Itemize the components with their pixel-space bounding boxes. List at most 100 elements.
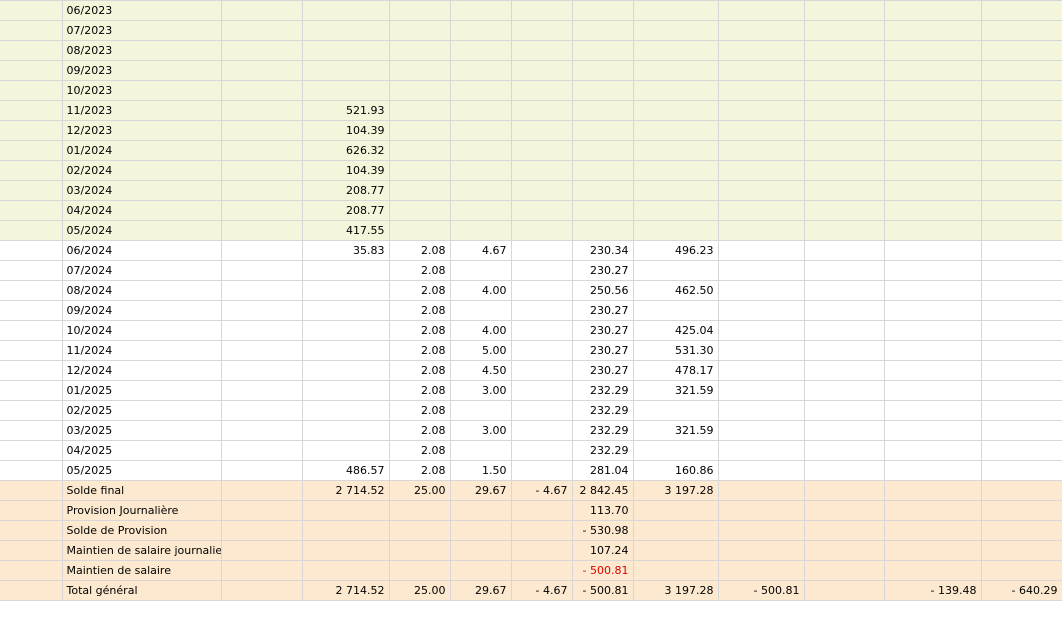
value-cell-col3[interactable] — [449, 180, 512, 201]
value-cell-col5[interactable] — [571, 40, 634, 61]
value-cell-col8[interactable] — [803, 500, 885, 521]
value-cell-col5[interactable]: 2 842.45 — [571, 480, 634, 501]
value-cell-col1[interactable]: 2 714.52 — [301, 480, 390, 501]
empty-cell[interactable] — [220, 400, 303, 421]
value-cell-col6[interactable] — [632, 400, 719, 421]
table-row[interactable]: 10/2024 2.08 4.00 230.27 425.04 — [0, 320, 1062, 341]
value-cell-col7[interactable] — [717, 80, 805, 101]
value-cell-col1[interactable]: 208.77 — [301, 200, 390, 221]
value-cell-col10[interactable] — [980, 20, 1062, 41]
value-cell-col7[interactable] — [717, 240, 805, 261]
empty-cell[interactable] — [220, 500, 303, 521]
value-cell-col6[interactable] — [632, 560, 719, 581]
value-cell-col7[interactable] — [717, 160, 805, 181]
value-cell-col6[interactable] — [632, 0, 719, 21]
value-cell-col8[interactable] — [803, 40, 885, 61]
value-cell-col6[interactable] — [632, 260, 719, 281]
value-cell-col10[interactable] — [980, 340, 1062, 361]
value-cell-col10[interactable] — [980, 280, 1062, 301]
value-cell-col9[interactable] — [883, 480, 982, 501]
value-cell-col8[interactable] — [803, 260, 885, 281]
value-cell-col8[interactable] — [803, 220, 885, 241]
value-cell-col7[interactable] — [717, 340, 805, 361]
empty-cell[interactable] — [220, 120, 303, 141]
value-cell-col6[interactable] — [632, 40, 719, 61]
value-cell-col5[interactable]: - 500.81 — [571, 560, 634, 581]
value-cell-col5[interactable] — [571, 160, 634, 181]
value-cell-col5[interactable]: 230.27 — [571, 260, 634, 281]
table-row[interactable]: 03/2024 208.77 — [0, 180, 1062, 201]
empty-cell[interactable] — [220, 60, 303, 81]
value-cell-col8[interactable] — [803, 580, 885, 601]
value-cell-col1[interactable] — [301, 80, 390, 101]
value-cell-col8[interactable] — [803, 480, 885, 501]
value-cell-col10[interactable] — [980, 500, 1062, 521]
value-cell-col6[interactable]: 478.17 — [632, 360, 719, 381]
table-row[interactable]: Solde de Provision - 530.98 — [0, 520, 1062, 541]
value-cell-col2[interactable]: 2.08 — [388, 280, 451, 301]
value-cell-col10[interactable] — [980, 460, 1062, 481]
value-cell-col9[interactable] — [883, 440, 982, 461]
value-cell-col2[interactable]: 2.08 — [388, 380, 451, 401]
value-cell-col9[interactable] — [883, 180, 982, 201]
value-cell-col6[interactable]: 531.30 — [632, 340, 719, 361]
value-cell-col4[interactable] — [510, 460, 573, 481]
value-cell-col9[interactable] — [883, 260, 982, 281]
value-cell-col8[interactable] — [803, 440, 885, 461]
value-cell-col10[interactable] — [980, 140, 1062, 161]
row-label-cell[interactable]: 05/2024 — [61, 220, 222, 241]
value-cell-col3[interactable] — [449, 80, 512, 101]
value-cell-col7[interactable] — [717, 400, 805, 421]
value-cell-col3[interactable]: 4.67 — [449, 240, 512, 261]
empty-cell[interactable] — [220, 240, 303, 261]
value-cell-col5[interactable]: 232.29 — [571, 420, 634, 441]
table-row[interactable]: 07/2023 — [0, 20, 1062, 41]
value-cell-col1[interactable]: 104.39 — [301, 160, 390, 181]
row-label-cell[interactable]: 10/2023 — [61, 80, 222, 101]
value-cell-col3[interactable] — [449, 440, 512, 461]
value-cell-col6[interactable] — [632, 200, 719, 221]
value-cell-col6[interactable]: 321.59 — [632, 420, 719, 441]
empty-cell[interactable] — [220, 300, 303, 321]
table-row[interactable]: 11/2023 521.93 — [0, 100, 1062, 121]
value-cell-col2[interactable]: 25.00 — [388, 580, 451, 601]
value-cell-col3[interactable] — [449, 100, 512, 121]
value-cell-col1[interactable] — [301, 40, 390, 61]
value-cell-col3[interactable] — [449, 200, 512, 221]
value-cell-col10[interactable] — [980, 60, 1062, 81]
table-row[interactable]: 05/2025 486.57 2.08 1.50 281.04 160.86 — [0, 460, 1062, 481]
value-cell-col5[interactable]: 232.29 — [571, 440, 634, 461]
value-cell-col7[interactable] — [717, 120, 805, 141]
value-cell-col4[interactable] — [510, 40, 573, 61]
value-cell-col4[interactable] — [510, 20, 573, 41]
value-cell-col2[interactable] — [388, 180, 451, 201]
value-cell-col2[interactable] — [388, 220, 451, 241]
row-label-cell[interactable]: 12/2023 — [61, 120, 222, 141]
empty-cell[interactable] — [220, 540, 303, 561]
value-cell-col7[interactable] — [717, 100, 805, 121]
value-cell-col7[interactable] — [717, 180, 805, 201]
value-cell-col3[interactable]: 4.50 — [449, 360, 512, 381]
empty-cell[interactable] — [220, 40, 303, 61]
value-cell-col1[interactable]: 208.77 — [301, 180, 390, 201]
row-label-cell[interactable]: 06/2023 — [61, 0, 222, 21]
value-cell-col7[interactable] — [717, 480, 805, 501]
value-cell-col8[interactable] — [803, 180, 885, 201]
value-cell-col6[interactable] — [632, 440, 719, 461]
value-cell-col5[interactable]: - 530.98 — [571, 520, 634, 541]
value-cell-col10[interactable] — [980, 480, 1062, 501]
value-cell-col5[interactable] — [571, 80, 634, 101]
value-cell-col10[interactable] — [980, 220, 1062, 241]
value-cell-col1[interactable]: 35.83 — [301, 240, 390, 261]
row-label-cell[interactable]: Provision Journalière — [61, 500, 222, 521]
value-cell-col9[interactable] — [883, 500, 982, 521]
value-cell-col1[interactable] — [301, 340, 390, 361]
value-cell-col1[interactable]: 2 714.52 — [301, 580, 390, 601]
value-cell-col5[interactable]: 250.56 — [571, 280, 634, 301]
value-cell-col1[interactable] — [301, 360, 390, 381]
table-row[interactable]: 03/2025 2.08 3.00 232.29 321.59 — [0, 420, 1062, 441]
row-label-cell[interactable]: 10/2024 — [61, 320, 222, 341]
value-cell-col6[interactable] — [632, 540, 719, 561]
value-cell-col4[interactable] — [510, 100, 573, 121]
empty-cell[interactable] — [220, 380, 303, 401]
